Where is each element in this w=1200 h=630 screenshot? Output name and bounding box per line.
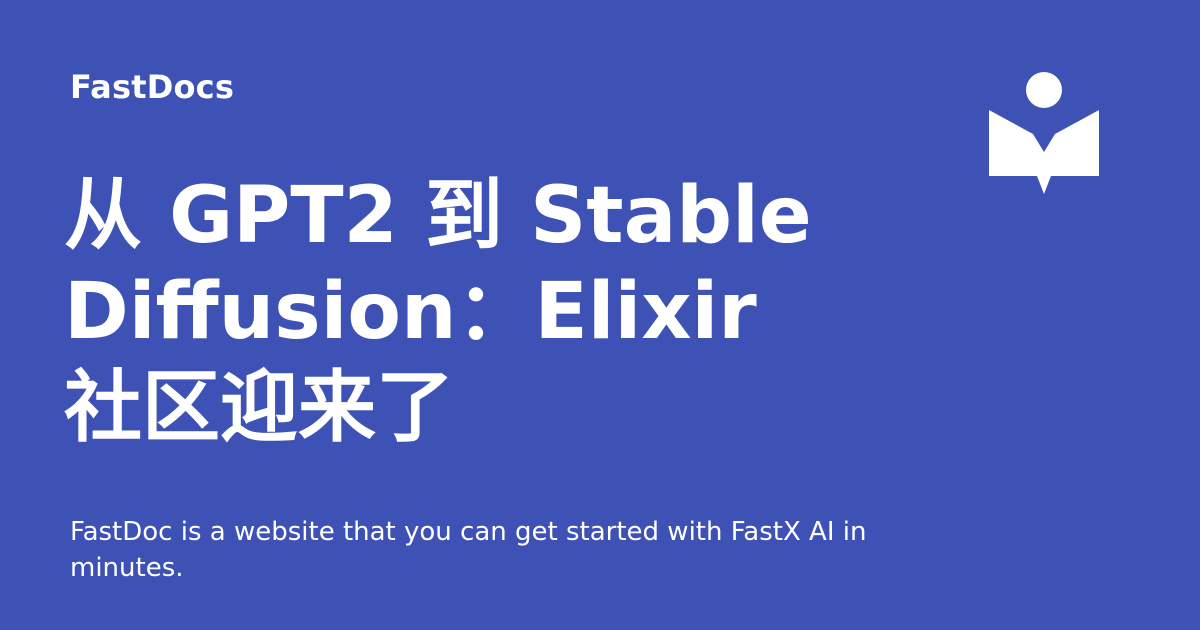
book-reader-icon: [989, 72, 1099, 196]
title-line-2: Diffusion：Elixir: [64, 267, 757, 357]
social-card: FastDocs 从 GPT2 到 Stable Diffusion：Elixi…: [0, 0, 1200, 630]
brand-name: FastDocs: [70, 68, 235, 106]
title-line-3: 社区迎来了: [64, 363, 455, 453]
site-description: FastDoc is a website that you can get st…: [70, 517, 867, 583]
title-line-1: 从 GPT2 到 Stable: [64, 171, 812, 261]
page-title: 从 GPT2 到 Stable Diffusion：Elixir 社区迎来了: [64, 168, 924, 456]
